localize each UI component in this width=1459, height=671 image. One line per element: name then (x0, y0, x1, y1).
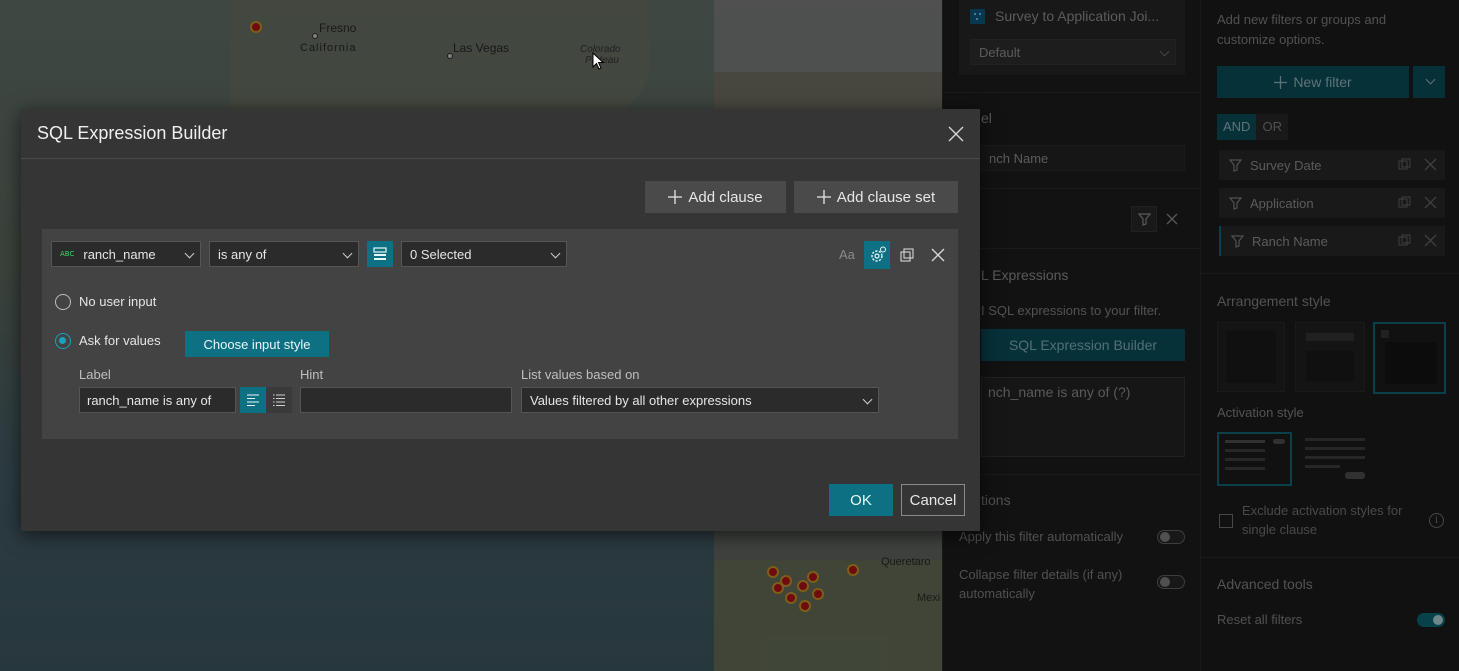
clause-label-input[interactable]: ranch_name is any of (79, 387, 236, 413)
operator-select[interactable]: is any of (209, 241, 359, 267)
field-select-value: ranch_name (83, 246, 156, 262)
hint-caption: Hint (300, 367, 324, 382)
chevron-down-icon (550, 248, 561, 259)
sql-expression-builder-dialog: SQL Expression Builder Add clause Add cl… (21, 109, 980, 531)
list-values-select[interactable]: Values filtered by all other expressions (521, 387, 879, 413)
dialog-header: SQL Expression Builder (21, 109, 980, 159)
gear-icon (871, 246, 886, 262)
no-user-input-radio[interactable] (55, 294, 71, 310)
label-caption: Label (79, 367, 111, 382)
choose-input-style-button[interactable]: Choose input style (185, 331, 329, 357)
add-clause-set-button[interactable]: Add clause set (794, 181, 958, 213)
chevron-down-icon (184, 248, 195, 259)
string-field-icon: ABC (60, 250, 75, 258)
ask-for-values-radio[interactable] (55, 333, 71, 349)
list-style-button[interactable] (266, 387, 292, 413)
hint-input[interactable] (300, 387, 512, 413)
ok-button-label: OK (850, 491, 872, 509)
list-values-icon (373, 247, 387, 260)
add-clause-button[interactable]: Add clause (645, 181, 786, 213)
ok-button[interactable]: OK (829, 484, 893, 516)
dialog-close-button[interactable] (945, 123, 967, 145)
value-source-button[interactable] (367, 241, 393, 267)
operator-select-value: is any of (218, 246, 267, 262)
chevron-down-icon (342, 248, 353, 259)
case-sensitive-toggle[interactable]: Aa (839, 247, 855, 262)
value-select-value: 0 Selected (410, 246, 472, 262)
clause-settings-button[interactable] (864, 241, 890, 269)
list-values-select-value: Values filtered by all other expressions (530, 392, 752, 408)
dialog-title: SQL Expression Builder (37, 123, 228, 143)
ask-for-values-label: Ask for values (79, 333, 161, 348)
delete-clause-icon[interactable] (931, 248, 945, 262)
close-icon (948, 126, 964, 142)
value-select[interactable]: 0 Selected (401, 241, 567, 267)
align-left-button[interactable] (240, 387, 266, 413)
cancel-button[interactable]: Cancel (901, 484, 965, 516)
plus-icon (816, 190, 831, 204)
clause-label-value: ranch_name is any of (87, 392, 212, 408)
align-left-icon (247, 394, 259, 406)
add-clause-set-label: Add clause set (836, 188, 936, 206)
list-values-caption: List values based on (521, 367, 640, 382)
chevron-down-icon (862, 394, 873, 405)
list-icon (273, 394, 285, 406)
choose-input-style-label: Choose input style (203, 336, 311, 352)
cancel-button-label: Cancel (909, 491, 957, 509)
field-select[interactable]: ABC ranch_name (51, 241, 201, 267)
duplicate-icon[interactable] (900, 248, 914, 262)
mouse-cursor-icon (592, 52, 605, 70)
clause-card: ABC ranch_name is any of 0 Selected Aa N… (42, 229, 958, 439)
plus-icon (668, 190, 683, 204)
no-user-input-label: No user input (79, 294, 157, 309)
add-clause-label: Add clause (688, 188, 763, 206)
